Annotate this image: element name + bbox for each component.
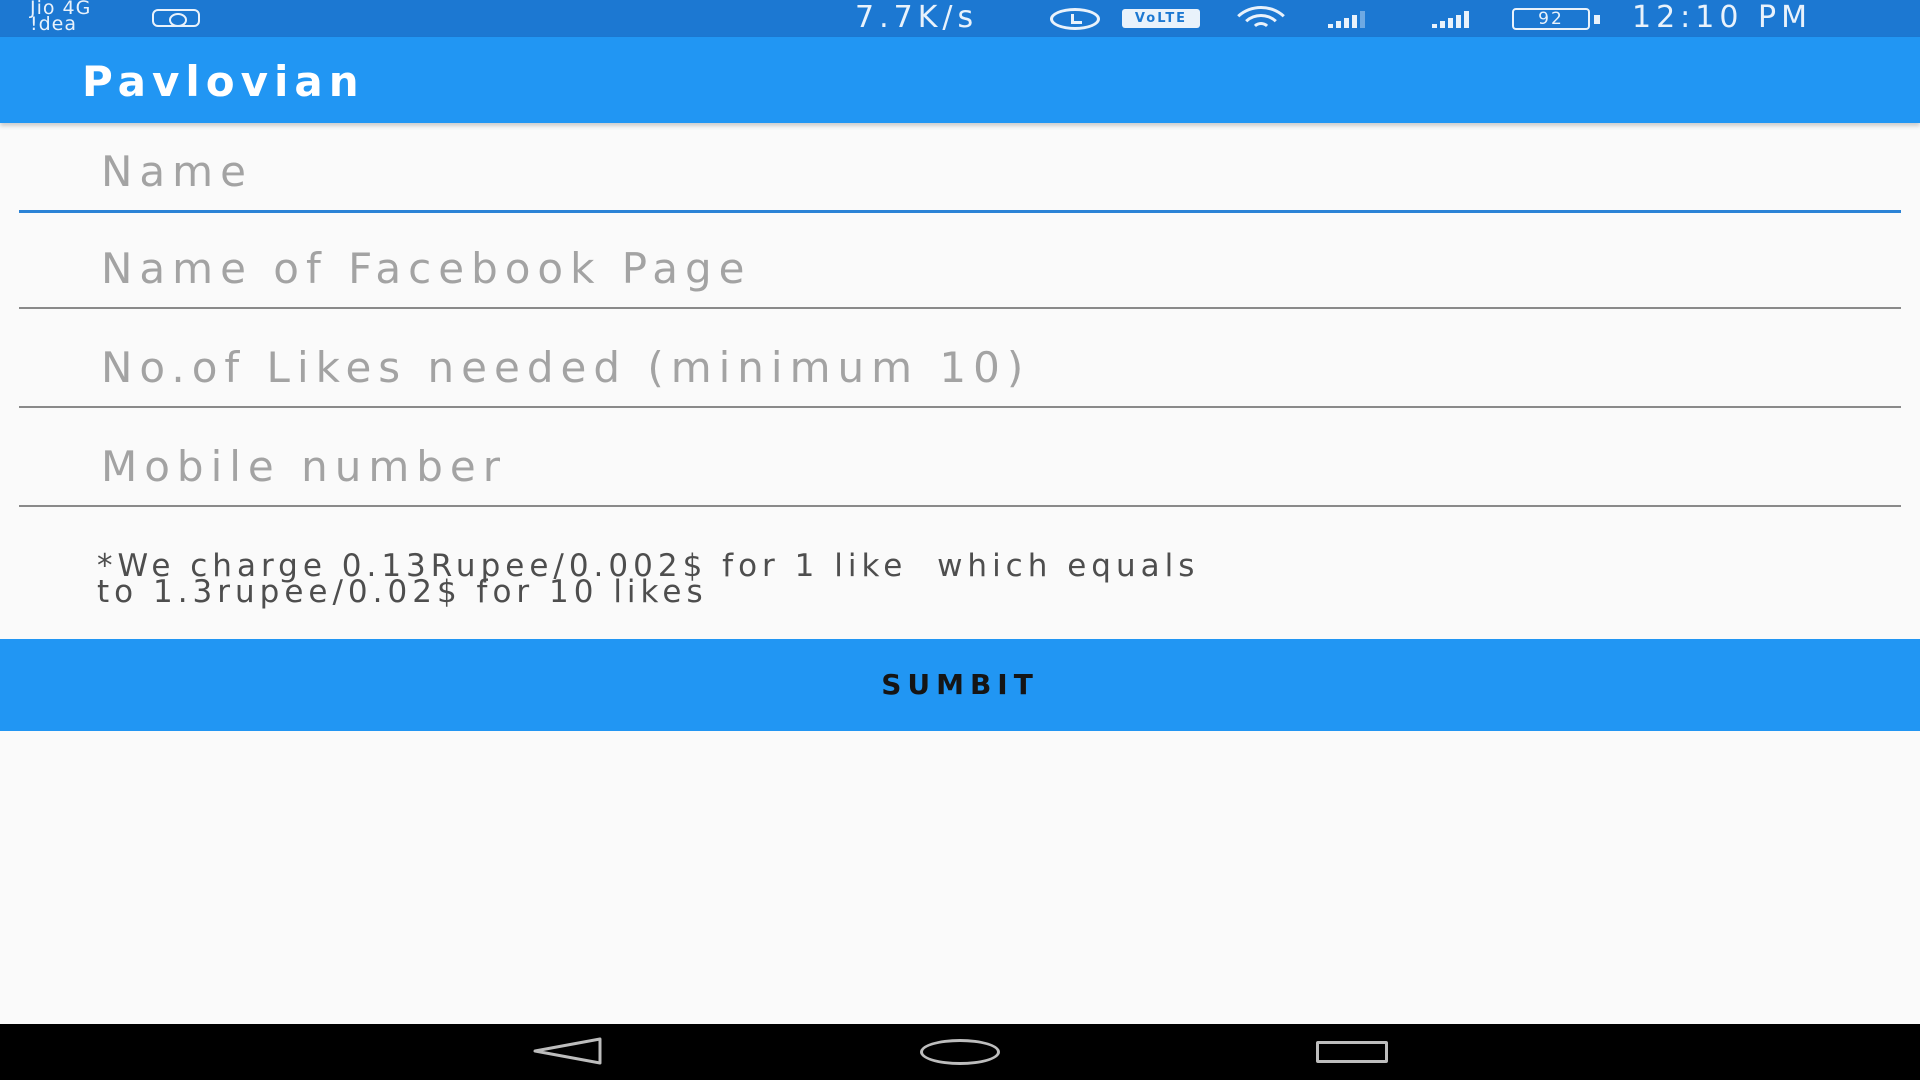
back-icon[interactable] [532, 1037, 604, 1065]
alarm-icon [1050, 8, 1100, 30]
app-title: Pavlovian [82, 57, 365, 106]
app-bar: Pavlovian [0, 37, 1920, 123]
recents-icon[interactable] [1316, 1041, 1388, 1063]
screen: Jio 4G !dea 7.7K/s VoLTE 92 12:10 PM Pav… [0, 0, 1920, 1080]
name-input[interactable] [19, 133, 1901, 213]
network-speed: 7.7K/s [855, 0, 979, 35]
battery-icon: 92 [1512, 8, 1600, 30]
signal-icon [1432, 10, 1469, 28]
submit-button[interactable]: SUMBIT [0, 639, 1920, 731]
facebook-page-input[interactable] [19, 229, 1901, 309]
carrier-info: Jio 4G !dea [30, 0, 91, 34]
volte-icon: VoLTE [1122, 9, 1200, 28]
instagram-icon [152, 9, 200, 27]
home-icon[interactable] [920, 1039, 1000, 1065]
wifi-icon [1225, 6, 1297, 32]
mobile-number-input[interactable] [19, 427, 1901, 507]
likes-needed-input[interactable] [19, 328, 1901, 408]
clock: 12:10 PM [1632, 0, 1812, 35]
pricing-note: *We charge 0.13Rupee/0.002$ for 1 like w… [97, 551, 1877, 608]
signal-icon [1328, 10, 1365, 28]
navigation-bar [0, 1024, 1920, 1080]
status-bar: Jio 4G !dea 7.7K/s VoLTE 92 12:10 PM [0, 0, 1920, 37]
